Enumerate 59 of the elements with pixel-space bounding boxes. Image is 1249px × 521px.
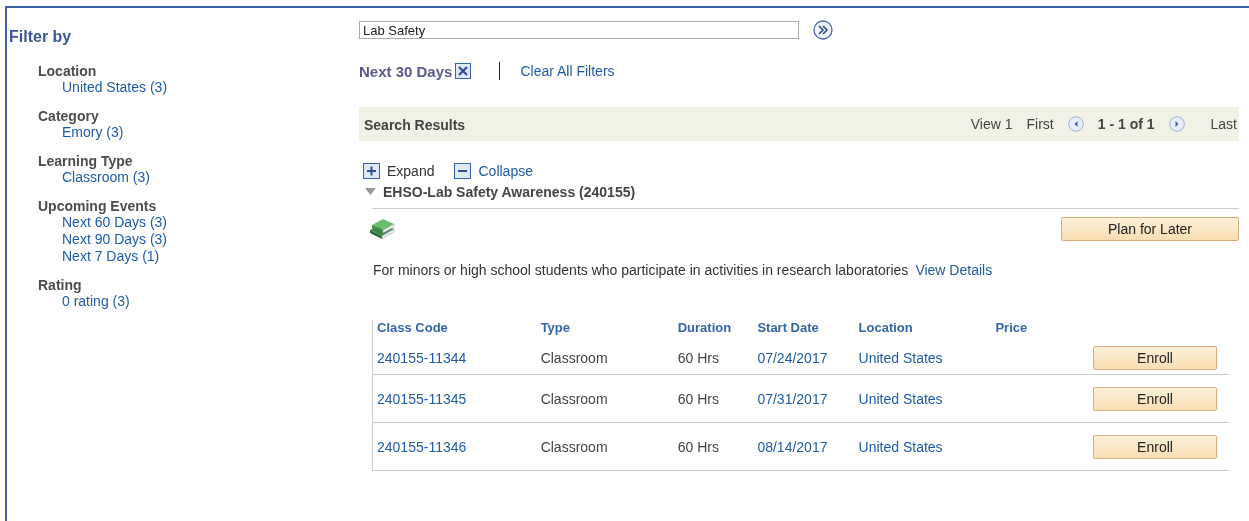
active-filter-label: Next 30 Days <box>359 62 453 80</box>
table-cell-link[interactable]: 07/24/2017 <box>757 350 828 366</box>
view-details-link[interactable]: View Details <box>915 262 993 278</box>
first-link[interactable]: First <box>1026 116 1054 132</box>
filter-group-label: Location <box>38 63 97 79</box>
column-header: Location <box>858 320 913 335</box>
table-cell-link[interactable]: United States <box>858 390 943 407</box>
filter-link[interactable]: Next 90 Days (3) <box>62 231 168 248</box>
filter-group-label: Category <box>38 108 99 124</box>
filter-link[interactable]: Next 60 Days (3) <box>62 214 168 231</box>
filter-link[interactable]: 0 rating (3) <box>62 293 130 310</box>
table-cell: 60 Hrs <box>677 350 719 366</box>
view-all-link[interactable]: View 1 <box>970 116 1013 132</box>
table-cell-link[interactable]: United States <box>858 438 943 455</box>
table-cell: Classroom <box>540 390 608 407</box>
expand-label[interactable]: Expand <box>387 163 435 179</box>
table-cell-link[interactable]: United States <box>858 350 943 366</box>
enroll-button[interactable]: Enroll <box>1093 386 1217 411</box>
results-title: Search Results <box>364 117 466 133</box>
collapse-link[interactable]: Collapse <box>478 163 533 179</box>
disclosure-icon[interactable] <box>365 188 376 196</box>
filter-group-label: Rating <box>38 277 82 293</box>
enroll-button[interactable]: Enroll <box>1093 346 1217 370</box>
previous-icon[interactable] <box>1067 116 1084 132</box>
table-cell: 60 Hrs <box>677 390 719 407</box>
filter-group-label: Upcoming Events <box>38 198 157 214</box>
last-link[interactable]: Last <box>1210 116 1237 132</box>
table-cell: Classroom <box>540 350 608 366</box>
filter-link[interactable]: Next 7 Days (1) <box>62 248 160 265</box>
filter-link[interactable]: Classroom (3) <box>62 169 150 186</box>
column-header: Price <box>995 320 1028 335</box>
filter-group-label: Learning Type <box>38 153 133 169</box>
table-cell-link[interactable]: 07/31/2017 <box>757 390 828 407</box>
filter-link[interactable]: United States (3) <box>62 79 168 96</box>
filter-link[interactable]: Emory (3) <box>62 124 124 141</box>
collapse-icon[interactable] <box>454 163 473 179</box>
expand-icon[interactable] <box>363 163 381 179</box>
column-header: Start Date <box>757 320 819 335</box>
table-cell-link[interactable]: 240155-11345 <box>377 390 467 407</box>
column-header: Type <box>540 320 571 335</box>
books-icon <box>367 218 397 240</box>
clear-filters-link[interactable]: Clear All Filters <box>520 63 615 79</box>
table-cell-link[interactable]: 240155-11344 <box>377 350 467 366</box>
forward-icon[interactable] <box>813 20 833 40</box>
enroll-button[interactable]: Enroll <box>1093 434 1217 459</box>
course-title: EHSO-Lab Safety Awareness (240155) <box>383 184 636 200</box>
table-cell: 60 Hrs <box>677 438 719 455</box>
table-cell-link[interactable]: 240155-11346 <box>377 438 467 455</box>
plan-for-later-button[interactable]: Plan for Later <box>1061 217 1239 241</box>
search-field[interactable]: Lab Safety <box>359 21 799 39</box>
column-header: Class Code <box>377 320 448 335</box>
remove-filter-icon[interactable] <box>455 63 472 79</box>
next-icon[interactable] <box>1168 116 1185 132</box>
course-description: For minors or high school students who participate in activities in research laboratories <box>373 262 909 278</box>
table-cell: Classroom <box>540 438 608 455</box>
column-header: Duration <box>677 320 732 335</box>
page-range: 1 - 1 of 1 <box>1097 116 1155 132</box>
table-cell-link[interactable]: 08/14/2017 <box>757 438 828 455</box>
sidebar-title: Filter by <box>9 28 72 46</box>
